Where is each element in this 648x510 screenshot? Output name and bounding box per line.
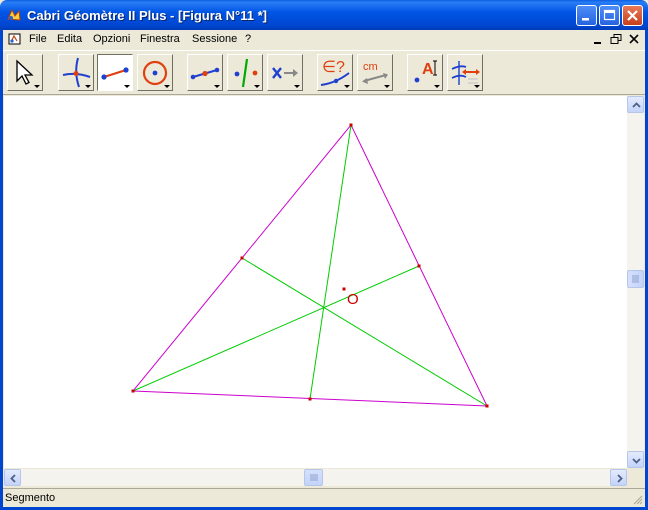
median-from-top[interactable] xyxy=(309,124,352,400)
geometry-figure[interactable]: O xyxy=(4,96,627,468)
scroll-up-button[interactable] xyxy=(627,96,644,113)
drawing-tool[interactable] xyxy=(447,54,483,91)
check-property-tool-dropdown[interactable] xyxy=(344,85,350,88)
grip-icon xyxy=(632,275,639,283)
chevron-down-icon xyxy=(632,458,641,464)
measure-tool[interactable]: cm xyxy=(357,54,393,91)
vertical-scrollbar[interactable] xyxy=(627,96,644,468)
drawing-canvas[interactable]: O xyxy=(4,96,627,468)
macro-tool-dropdown[interactable] xyxy=(294,85,300,88)
horizontal-scrollbar[interactable] xyxy=(4,469,627,486)
check-property-tool[interactable]: ∈? xyxy=(317,54,353,91)
midpoint-ab[interactable] xyxy=(240,256,244,260)
scroll-left-button[interactable] xyxy=(4,469,21,486)
tool-bar: ∈? cm A xyxy=(3,50,645,95)
lines-tool[interactable] xyxy=(97,54,133,91)
point-o[interactable] xyxy=(342,287,346,291)
points-tool-dropdown[interactable] xyxy=(85,85,91,88)
doc-restore-button[interactable] xyxy=(609,33,623,46)
chevron-left-icon xyxy=(10,474,16,483)
midpoint-bc[interactable] xyxy=(308,397,312,401)
macro-tool[interactable] xyxy=(267,54,303,91)
doc-close-button[interactable] xyxy=(627,33,641,46)
chevron-right-icon xyxy=(617,474,623,483)
curves-tool-dropdown[interactable] xyxy=(164,85,170,88)
menu-bar: File Edita Opzioni Finestra Sessione ? xyxy=(3,30,645,49)
svg-text:∈?: ∈? xyxy=(322,59,345,76)
horizontal-scroll-thumb[interactable] xyxy=(304,469,323,486)
window-title: Cabri Géomètre II Plus - [Figura N°11 *] xyxy=(27,8,267,23)
grip-icon xyxy=(310,474,318,481)
display-tool-dropdown[interactable] xyxy=(434,85,440,88)
lines-tool-dropdown[interactable] xyxy=(124,85,130,88)
transform-tool[interactable] xyxy=(227,54,263,91)
svg-text:cm: cm xyxy=(363,61,378,73)
title-bar[interactable]: Cabri Géomètre II Plus - [Figura N°11 *] xyxy=(0,0,648,30)
scroll-right-button[interactable] xyxy=(610,469,627,486)
scroll-down-button[interactable] xyxy=(627,451,644,468)
chevron-up-icon xyxy=(632,102,641,108)
menu-sessione[interactable]: Sessione xyxy=(192,33,237,45)
maximize-icon xyxy=(603,9,616,21)
minimize-button[interactable] xyxy=(576,5,597,26)
vertex-left[interactable] xyxy=(131,389,135,393)
minimize-icon xyxy=(582,18,589,21)
construct-tool-dropdown[interactable] xyxy=(214,85,220,88)
status-bar: Segmento xyxy=(3,488,645,507)
menu-edita[interactable]: Edita xyxy=(57,33,82,45)
points-tool[interactable] xyxy=(58,54,94,91)
menu-finestra[interactable]: Finestra xyxy=(140,33,180,45)
vertical-scroll-thumb[interactable] xyxy=(627,270,644,288)
median-from-right[interactable] xyxy=(241,257,488,407)
window-frame-left xyxy=(0,30,3,510)
maximize-button[interactable] xyxy=(599,5,620,26)
resize-grip-icon[interactable] xyxy=(631,493,643,505)
close-button[interactable] xyxy=(622,5,643,26)
display-tool[interactable]: A xyxy=(407,54,443,91)
median-from-left[interactable] xyxy=(132,265,420,392)
vertex-right[interactable] xyxy=(485,404,489,408)
menu-opzioni[interactable]: Opzioni xyxy=(93,33,130,45)
measure-tool-dropdown[interactable] xyxy=(384,85,390,88)
pointer-tool[interactable] xyxy=(7,54,43,91)
vertex-top[interactable] xyxy=(349,123,353,127)
pointer-tool-dropdown[interactable] xyxy=(34,85,40,88)
doc-close-icon xyxy=(629,34,639,44)
curves-tool[interactable] xyxy=(137,54,173,91)
close-icon xyxy=(627,10,638,21)
cabri-app-icon[interactable] xyxy=(6,7,22,23)
construct-tool[interactable] xyxy=(187,54,223,91)
status-text: Segmento xyxy=(5,492,56,504)
menu-help[interactable]: ? xyxy=(245,33,251,45)
doc-restore-icon xyxy=(610,34,622,44)
midpoint-ac[interactable] xyxy=(417,264,421,268)
transform-tool-dropdown[interactable] xyxy=(254,85,260,88)
svg-text:A: A xyxy=(422,61,434,78)
scrollbar-corner xyxy=(627,469,644,486)
point-o-label[interactable]: O xyxy=(347,291,359,308)
drawing-tool-dropdown[interactable] xyxy=(474,85,480,88)
document-icon[interactable] xyxy=(8,32,22,46)
menu-file[interactable]: File xyxy=(29,33,47,45)
doc-minimize-button[interactable] xyxy=(591,33,605,46)
doc-minimize-icon xyxy=(594,42,601,44)
